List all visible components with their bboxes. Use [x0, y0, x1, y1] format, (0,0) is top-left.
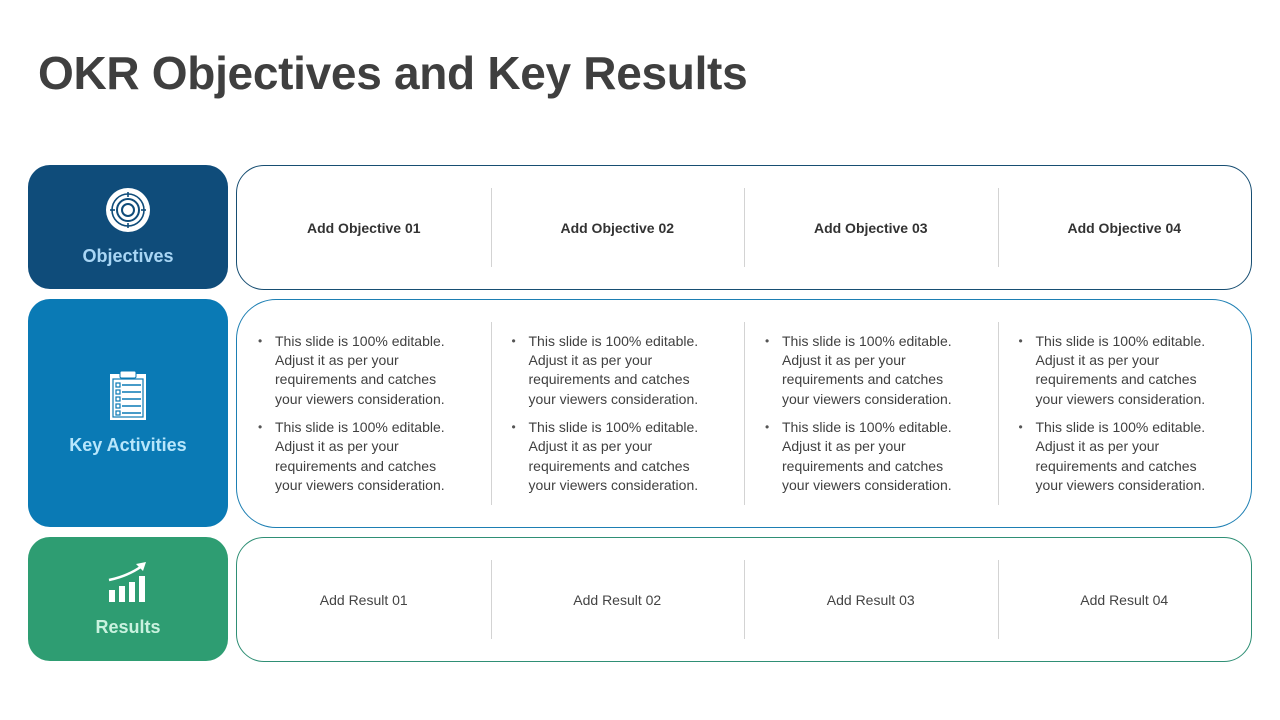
results-label-panel: Results	[28, 537, 228, 661]
key-activities-label: Key Activities	[69, 435, 187, 455]
objective-cell: Add Objective 01	[237, 166, 491, 289]
activity-cell: This slide is 100% editable. Adjust it a…	[237, 300, 491, 527]
growth-chart-icon	[106, 560, 150, 609]
result-text[interactable]: Add Result 04	[1080, 592, 1168, 608]
objectives-label-panel: Objectives	[28, 165, 228, 289]
result-text[interactable]: Add Result 03	[827, 592, 915, 608]
objective-cell: Add Objective 04	[997, 166, 1252, 289]
clipboard-checklist-icon	[108, 370, 148, 427]
result-cell: Add Result 04	[997, 538, 1252, 661]
result-cell: Add Result 01	[237, 538, 491, 661]
objective-cell: Add Objective 02	[490, 166, 745, 289]
activity-item[interactable]: This slide is 100% editable. Adjust it a…	[258, 418, 465, 495]
page-title: OKR Objectives and Key Results	[38, 47, 748, 99]
result-text[interactable]: Add Result 02	[573, 592, 661, 608]
activity-item[interactable]: This slide is 100% editable. Adjust it a…	[512, 332, 719, 409]
results-row: Add Result 01 Add Result 02 Add Result 0…	[236, 537, 1252, 662]
key-activities-row: This slide is 100% editable. Adjust it a…	[236, 299, 1252, 528]
activity-list: This slide is 100% editable. Adjust it a…	[237, 332, 491, 495]
objective-text[interactable]: Add Objective 02	[560, 220, 674, 236]
activity-item[interactable]: This slide is 100% editable. Adjust it a…	[1019, 332, 1226, 409]
activity-item[interactable]: This slide is 100% editable. Adjust it a…	[765, 418, 972, 495]
activity-item[interactable]: This slide is 100% editable. Adjust it a…	[258, 332, 465, 409]
activity-item[interactable]: This slide is 100% editable. Adjust it a…	[1019, 418, 1226, 495]
activity-cell: This slide is 100% editable. Adjust it a…	[490, 300, 745, 527]
result-cell: Add Result 03	[744, 538, 998, 661]
key-activities-label-panel: Key Activities	[28, 299, 228, 527]
activity-cell: This slide is 100% editable. Adjust it a…	[744, 300, 998, 527]
activity-list: This slide is 100% editable. Adjust it a…	[744, 332, 998, 495]
activity-list: This slide is 100% editable. Adjust it a…	[491, 332, 745, 495]
activity-cell: This slide is 100% editable. Adjust it a…	[997, 300, 1252, 527]
objective-text[interactable]: Add Objective 04	[1067, 220, 1181, 236]
results-label: Results	[95, 617, 161, 637]
objective-cell: Add Objective 03	[744, 166, 998, 289]
target-icon	[105, 187, 151, 238]
result-cell: Add Result 02	[490, 538, 745, 661]
result-text[interactable]: Add Result 01	[320, 592, 408, 608]
objective-text[interactable]: Add Objective 03	[814, 220, 928, 236]
objectives-row: Add Objective 01 Add Objective 02 Add Ob…	[236, 165, 1252, 290]
objectives-label: Objectives	[82, 246, 174, 266]
activity-item[interactable]: This slide is 100% editable. Adjust it a…	[512, 418, 719, 495]
objective-text[interactable]: Add Objective 01	[307, 220, 421, 236]
activity-item[interactable]: This slide is 100% editable. Adjust it a…	[765, 332, 972, 409]
activity-list: This slide is 100% editable. Adjust it a…	[998, 332, 1252, 495]
